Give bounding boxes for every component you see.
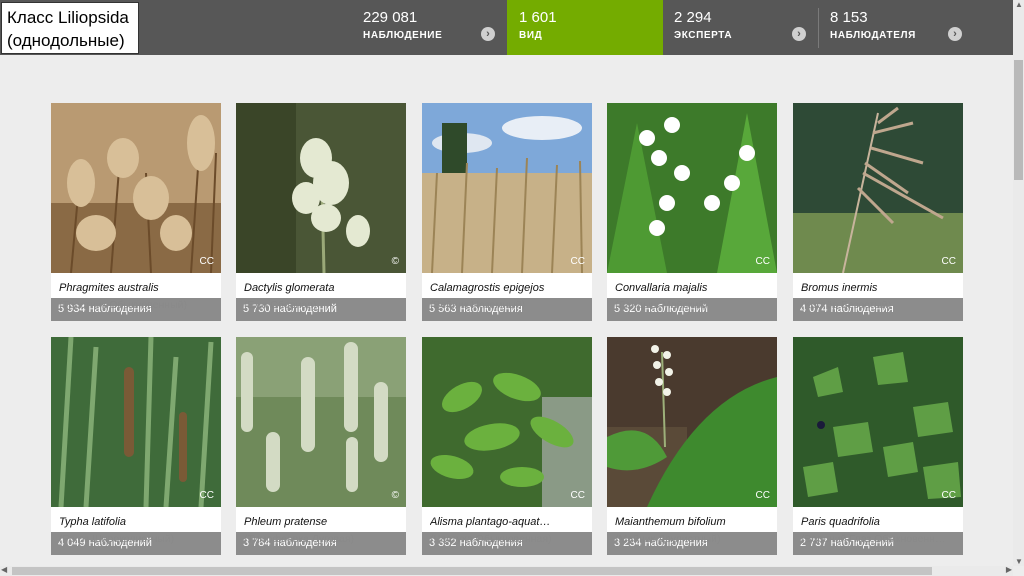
stat-observers[interactable]: 8 153 НАБЛЮДАТЕЛЯ › <box>818 0 974 55</box>
species-card[interactable]: 3 234 наблюдения CC Maianthemum bifolium… <box>607 337 777 555</box>
species-common-name: (Вороний Глаз Обыкновенн… <box>801 533 946 545</box>
species-common-name: (Тимофеевка Луговая) <box>244 533 355 545</box>
stat-species[interactable]: 1 601 ВИД <box>507 0 663 55</box>
taxon-title-line2: (однодольные) <box>7 31 125 50</box>
scroll-left-icon[interactable]: ◀ <box>1 565 7 574</box>
license-badge: CC <box>755 256 770 267</box>
arrow-right-circle-icon[interactable]: › <box>948 27 962 41</box>
species-latin-name[interactable]: Convallaria majalis <box>615 282 771 294</box>
license-badge: CC <box>941 256 956 267</box>
scroll-right-icon[interactable]: ▶ <box>1006 565 1012 574</box>
license-badge: CC <box>755 490 770 501</box>
species-latin-name[interactable]: Calamagrostis epigejos <box>430 282 586 294</box>
species-card[interactable]: 4 074 наблюдения CC Bromus inermis (Кост… <box>793 103 963 321</box>
species-photo <box>607 103 777 273</box>
license-badge: CC <box>941 490 956 501</box>
license-badge: CC <box>199 256 214 267</box>
species-latin-name[interactable]: Bromus inermis <box>801 282 957 294</box>
species-latin-name[interactable]: Maianthemum bifolium <box>615 516 771 528</box>
vertical-scrollbar[interactable]: ▲ ▼ <box>1013 0 1024 566</box>
species-latin-name[interactable]: Typha latifolia <box>59 516 215 528</box>
species-photo <box>422 103 592 273</box>
stat-experts[interactable]: 2 294 ЭКСПЕРТА › <box>662 0 818 55</box>
species-latin-name[interactable]: Dactylis glomerata <box>244 282 400 294</box>
scrollbar-thumb[interactable] <box>12 567 932 575</box>
horizontal-scrollbar[interactable]: ◀ ▶ <box>0 565 1013 576</box>
species-card[interactable]: 3 784 наблюдения © Phleum pratense (Тимо… <box>236 337 406 555</box>
species-common-name: (Рогоз Широколистный) <box>59 533 175 545</box>
species-photo <box>51 337 221 507</box>
arrow-right-circle-icon[interactable]: › <box>792 27 806 41</box>
species-photo <box>422 337 592 507</box>
species-photo <box>793 103 963 273</box>
species-common-name: (Костёр Безостый) <box>801 299 892 311</box>
stat-number: 8 153 <box>830 9 868 26</box>
species-common-name: (Частуха Обыкновенная) <box>430 533 552 545</box>
arrow-right-circle-icon[interactable]: › <box>481 27 495 41</box>
species-card[interactable]: 5 934 наблюдения CC Phragmites australis… <box>51 103 221 321</box>
species-latin-name[interactable]: Phleum pratense <box>244 516 400 528</box>
species-photo <box>793 337 963 507</box>
species-photo <box>236 337 406 507</box>
license-badge: CC <box>570 256 585 267</box>
license-badge: © <box>391 256 399 267</box>
license-badge: CC <box>199 490 214 501</box>
license-badge: © <box>391 490 399 501</box>
species-common-name: (Тростник Обыкновенный) <box>59 299 187 311</box>
stat-number: 229 081 <box>363 9 418 26</box>
scroll-down-icon[interactable]: ▼ <box>1015 557 1023 566</box>
species-card[interactable]: 2 737 наблюдений CC Paris quadrifolia (В… <box>793 337 963 555</box>
species-common-name: (Вейник Наземный) <box>430 299 526 311</box>
license-badge: CC <box>570 490 585 501</box>
species-photo <box>236 103 406 273</box>
species-common-name: (Майник Двулистный) <box>615 533 721 545</box>
species-common-name: (Ежа Сборная) <box>244 299 317 311</box>
stats-bar: Класс Liliopsida (однодольные) 229 081 Н… <box>0 0 1013 55</box>
stat-number: 2 294 <box>674 9 712 26</box>
taxon-title: Класс Liliopsida (однодольные) <box>1 2 139 54</box>
species-photo <box>51 103 221 273</box>
stat-number: 1 601 <box>519 9 557 26</box>
stat-label: ВИД <box>519 30 543 41</box>
taxon-title-line1: Класс Liliopsida <box>7 8 129 27</box>
scroll-up-icon[interactable]: ▲ <box>1015 0 1023 9</box>
stat-observations[interactable]: 229 081 НАБЛЮДЕНИЕ › <box>351 0 507 55</box>
species-latin-name[interactable]: Paris quadrifolia <box>801 516 957 528</box>
species-latin-name[interactable]: Phragmites australis <box>59 282 215 294</box>
species-photo <box>607 337 777 507</box>
species-card[interactable]: 5 563 наблюдения CC Calamagrostis epigej… <box>422 103 592 321</box>
species-card[interactable]: 3 352 наблюдения CC Alisma plantago-aqua… <box>422 337 592 555</box>
species-card[interactable]: 5 320 наблюдений CC Convallaria majalis … <box>607 103 777 321</box>
species-latin-name[interactable]: Alisma plantago-aquat… <box>430 516 586 528</box>
scrollbar-thumb[interactable] <box>1014 60 1023 180</box>
species-card[interactable]: 4 049 наблюдений CC Typha latifolia (Рог… <box>51 337 221 555</box>
species-card[interactable]: 5 730 наблюдений © Dactylis glomerata (Е… <box>236 103 406 321</box>
species-common-name: (Ландыш Майский) <box>615 299 708 311</box>
